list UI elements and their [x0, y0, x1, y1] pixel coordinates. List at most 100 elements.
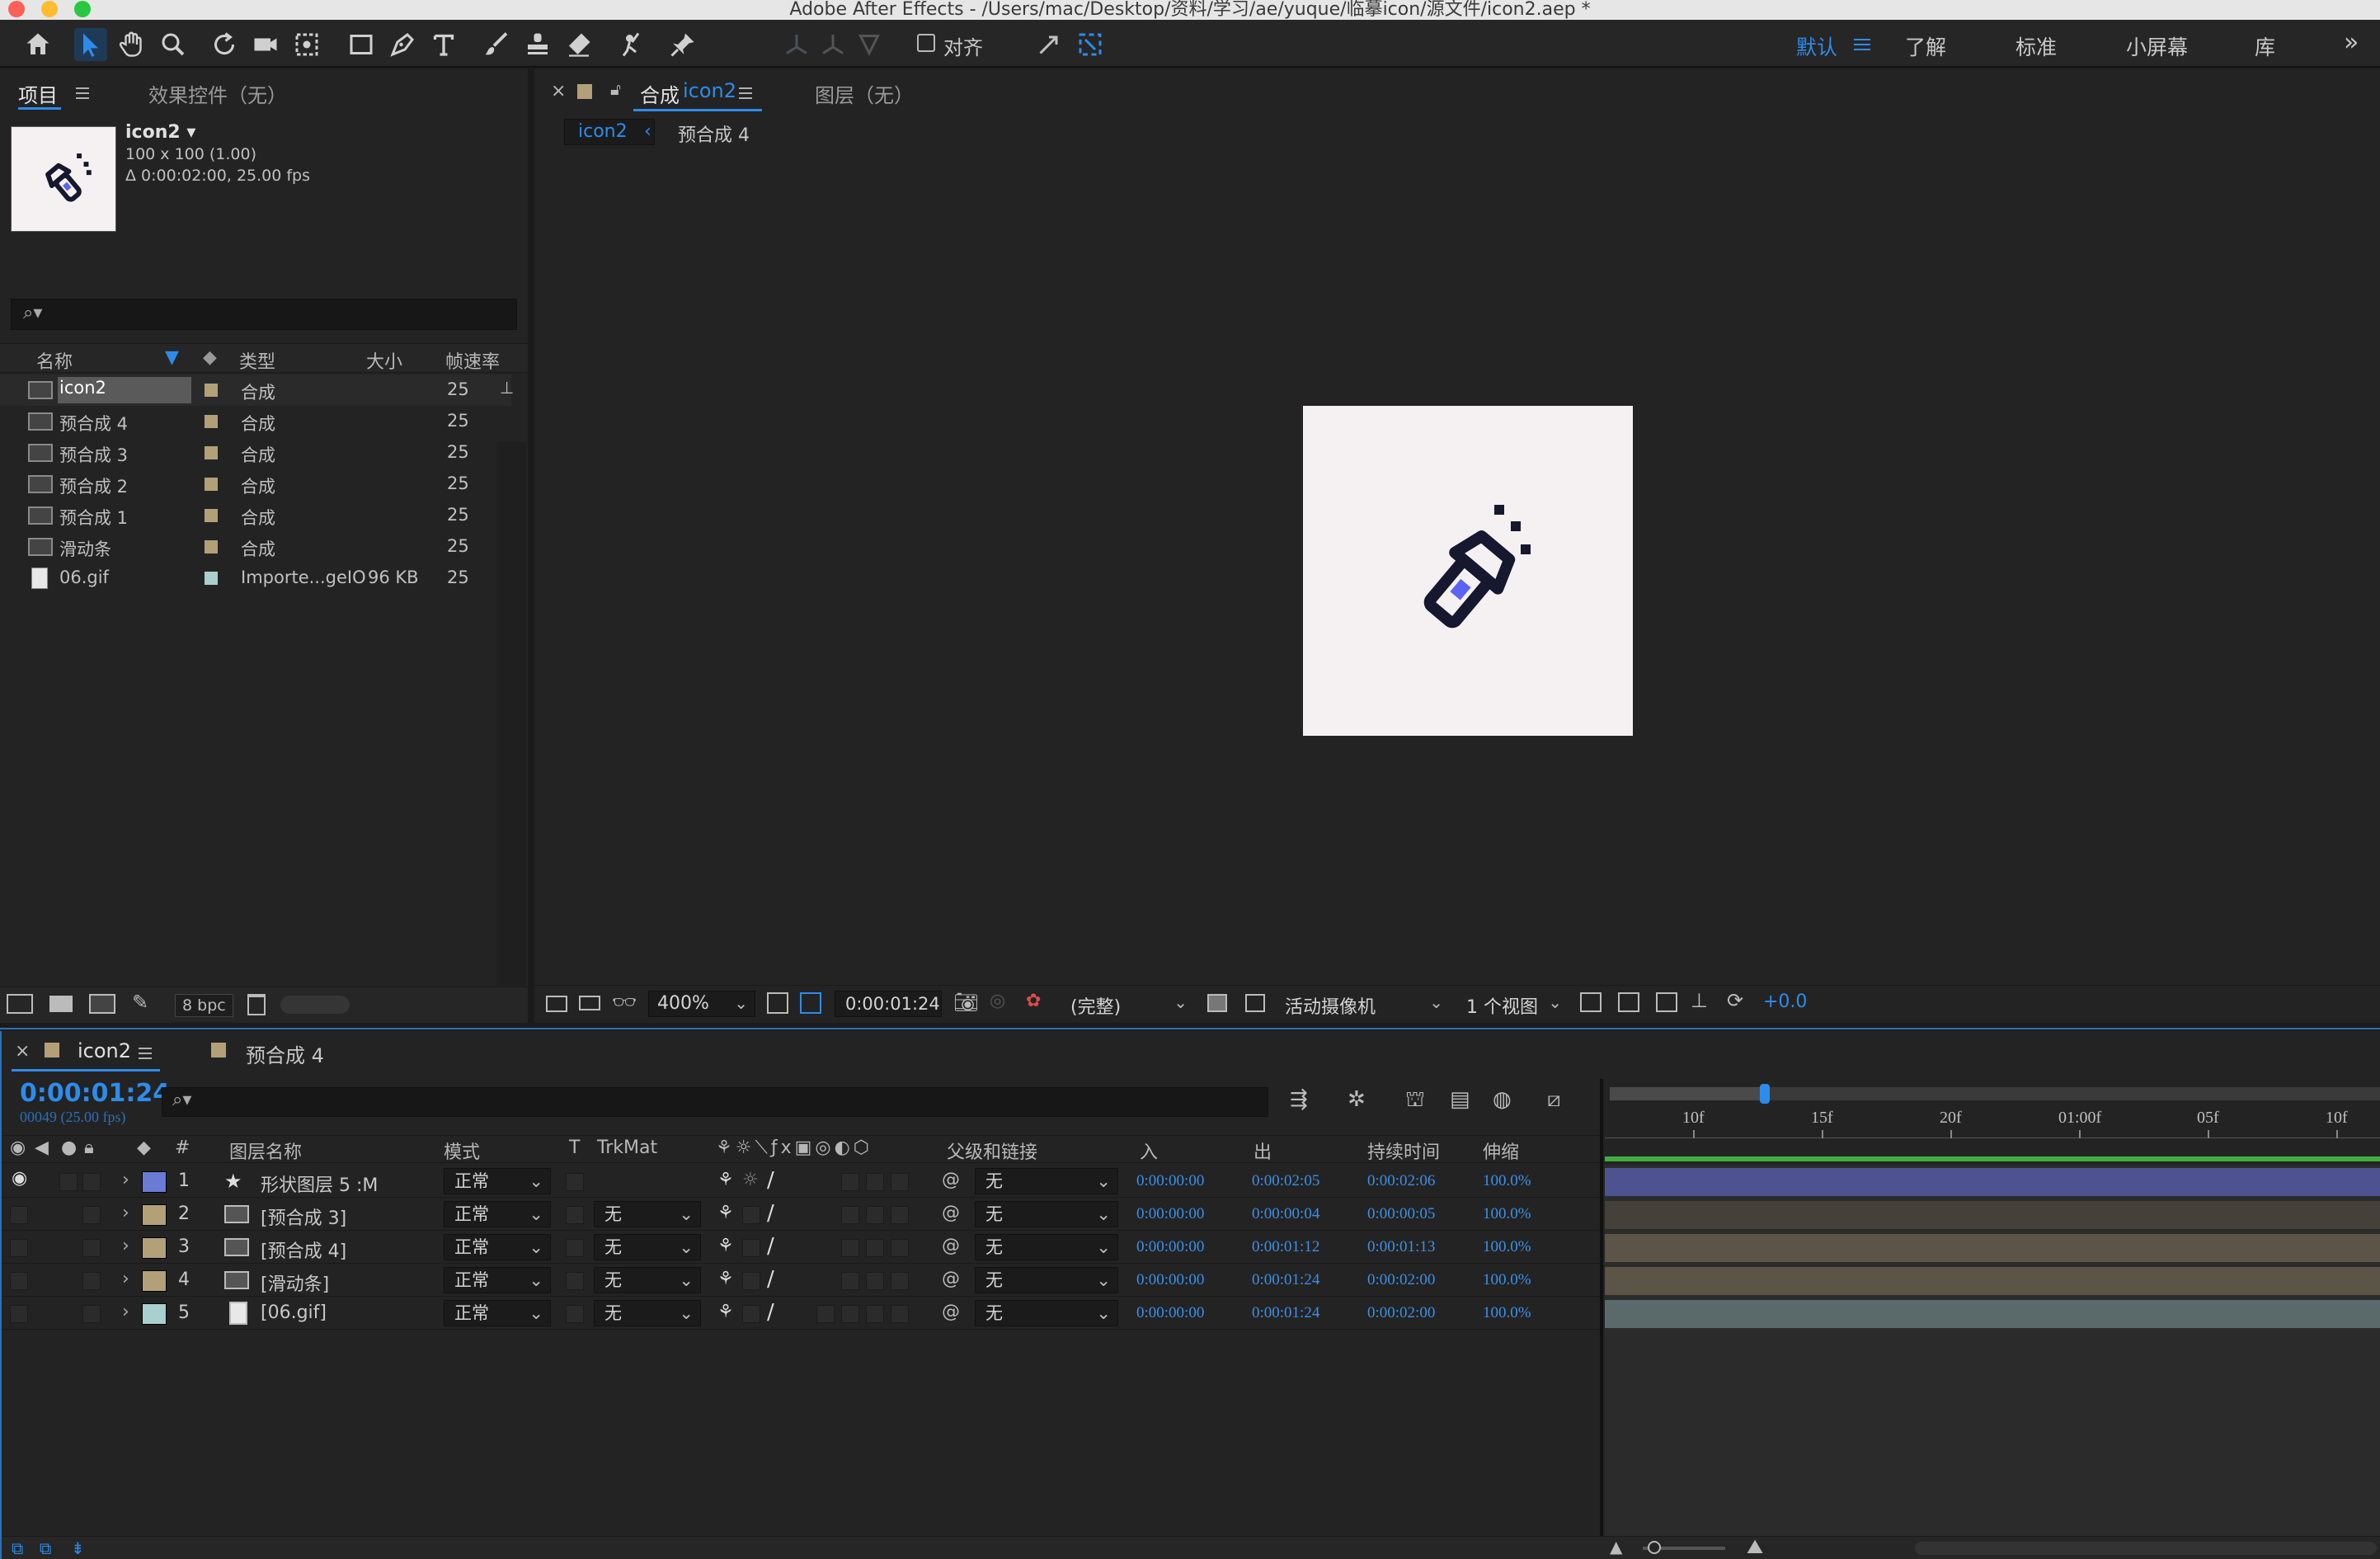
workspace-libraries[interactable]: 库: [2255, 31, 2275, 61]
lock-toggle[interactable]: [82, 1272, 101, 1290]
layer-label-color[interactable]: [142, 1237, 167, 1259]
in-out-toggle-icon[interactable]: ⇟: [71, 1538, 85, 1558]
column-type[interactable]: 类型: [239, 347, 275, 374]
eraser-tool-icon[interactable]: [562, 28, 595, 61]
layer-mode-dropdown[interactable]: 正常 ⌄: [444, 1300, 551, 1326]
transparency-grid-icon[interactable]: [1245, 994, 1265, 1012]
timeline-icon[interactable]: [1656, 992, 1677, 1012]
video-toggle[interactable]: [10, 1305, 28, 1323]
layer-row[interactable]: ◉ › 1 ★ 形状图层 5 :M 正常 ⌄ ⚘ ☼ / @ 无 ⌄ 0:00:00…: [2, 1165, 1602, 1198]
switch-motion-blur[interactable]: [866, 1239, 884, 1257]
layer-row[interactable]: › 3 [预合成 4] 正常 ⌄ 无 ⌄ ⚘ / @ 无 ⌄ 0:00:00:00 0…: [2, 1231, 1602, 1264]
layer-name[interactable]: [滑动条]: [261, 1269, 329, 1296]
layer-label-color[interactable]: [142, 1171, 167, 1193]
current-time-field[interactable]: 0:00:01:24: [835, 991, 942, 1017]
draft-3d-icon[interactable]: ✲: [1348, 1087, 1366, 1112]
solo-icon[interactable]: ●: [61, 1137, 77, 1158]
timeline-splitter[interactable]: [1600, 1079, 1603, 1541]
layer-in-time[interactable]: 0:00:00:00: [1136, 1172, 1204, 1190]
switch-3d[interactable]: [891, 1206, 909, 1224]
layer-mode-dropdown[interactable]: 正常 ⌄: [444, 1267, 551, 1293]
expand-chevron-icon[interactable]: ›: [122, 1302, 129, 1322]
eye-icon[interactable]: ◉: [12, 1168, 28, 1189]
preserve-transparency-toggle[interactable]: [566, 1272, 584, 1290]
lock-icon[interactable]: 🔓︎: [610, 79, 621, 99]
timeline-current-time[interactable]: 0:00:01:24: [20, 1079, 170, 1108]
layer-in-time[interactable]: 0:00:00:00: [1136, 1304, 1204, 1322]
zoom-slider-handle[interactable]: [1648, 1541, 1661, 1554]
camera-tool-icon[interactable]: [249, 28, 282, 61]
expand-chevron-icon[interactable]: ›: [122, 1203, 129, 1223]
label-color-swatch[interactable]: [205, 572, 218, 585]
work-area-start[interactable]: [1610, 1087, 1768, 1100]
motion-blur-icon[interactable]: ◍: [1493, 1087, 1512, 1112]
close-tab-icon[interactable]: ×: [15, 1041, 30, 1062]
column-fps[interactable]: 帧速率: [445, 347, 500, 374]
new-folder-icon[interactable]: [49, 996, 73, 1012]
snap-features-icon[interactable]: [1074, 28, 1107, 61]
column-trkmat[interactable]: TrkMat: [597, 1137, 657, 1158]
lock-toggle[interactable]: [82, 1206, 101, 1224]
brush-tool-icon[interactable]: [480, 28, 513, 61]
zoom-out-icon[interactable]: ▲: [1610, 1537, 1622, 1557]
interpret-footage-icon[interactable]: [7, 994, 33, 1014]
exposure-value[interactable]: +0.0: [1763, 991, 1807, 1012]
comp-panel-menu-icon[interactable]: [739, 87, 752, 99]
hand-tool-icon[interactable]: [115, 28, 148, 61]
video-visibility-icon[interactable]: ◉: [10, 1137, 26, 1158]
parent-dropdown[interactable]: 无 ⌄: [975, 1300, 1118, 1326]
switch-shy-icon[interactable]: ⚘: [717, 1236, 734, 1256]
column-mode[interactable]: 模式: [444, 1137, 480, 1164]
vr-headset-icon[interactable]: 👓︎: [612, 991, 637, 1014]
layer-stretch[interactable]: 100.0%: [1483, 1238, 1531, 1256]
timeline-horizontal-scrollbar[interactable]: [1915, 1542, 2377, 1555]
flowchart-icon[interactable]: ⊥: [500, 378, 514, 398]
camera-dropdown[interactable]: 活动摄像机 ⌄: [1277, 991, 1450, 1018]
switch-quality-icon[interactable]: /: [767, 1234, 774, 1259]
switch-collapse[interactable]: [742, 1239, 760, 1257]
workspace-small-screen[interactable]: 小屏幕: [2126, 31, 2188, 61]
video-toggle[interactable]: [10, 1239, 28, 1257]
audio-icon[interactable]: ◀︎: [35, 1137, 49, 1158]
fast-previews-icon[interactable]: [1618, 992, 1639, 1012]
layer-name[interactable]: [预合成 4]: [261, 1236, 346, 1263]
layer-row[interactable]: › 4 [滑动条] 正常 ⌄ 无 ⌄ ⚘ / @ 无 ⌄ 0:00:00:00 0:0…: [2, 1264, 1602, 1297]
switch-fx[interactable]: [841, 1305, 859, 1323]
switch-fx[interactable]: [841, 1173, 859, 1191]
column-size[interactable]: 大小: [366, 347, 402, 374]
switch-3d[interactable]: [891, 1239, 909, 1257]
switch-shy-icon[interactable]: ⚘: [717, 1203, 734, 1223]
tab-composition-label[interactable]: 合成: [640, 79, 680, 108]
project-scrollbar[interactable]: [496, 442, 526, 988]
layer-duration[interactable]: 0:00:01:13: [1367, 1238, 1435, 1256]
switch-motion-blur[interactable]: [866, 1173, 884, 1191]
switch-collapse[interactable]: [742, 1305, 760, 1323]
resolution-dropdown[interactable]: (完整) ⌄: [1062, 991, 1194, 1018]
layer-mode-dropdown[interactable]: 正常 ⌄: [444, 1234, 551, 1260]
workspace-menu-icon[interactable]: [1854, 39, 1870, 50]
trkmat-dropdown[interactable]: 无 ⌄: [594, 1300, 701, 1326]
clone-stamp-tool-icon[interactable]: [521, 28, 554, 61]
column-in[interactable]: 入: [1140, 1137, 1158, 1164]
sort-descending-icon[interactable]: ▼: [165, 347, 179, 368]
layer-mode-dropdown[interactable]: 正常 ⌄: [444, 1201, 551, 1227]
switch-quality-icon[interactable]: /: [767, 1267, 774, 1292]
snapshot-camera-icon[interactable]: 📷︎: [953, 991, 978, 1014]
reset-exposure-icon[interactable]: ⟳: [1727, 989, 1743, 1012]
comp-viewer[interactable]: [534, 152, 2380, 977]
breadcrumb-next[interactable]: 预合成 4: [678, 120, 750, 147]
layer-switches-toggle-icon[interactable]: ⧉: [12, 1538, 23, 1558]
switch-shy-icon[interactable]: ⚘: [717, 1170, 734, 1190]
label-color-swatch[interactable]: [205, 509, 218, 522]
comp-canvas[interactable]: [1303, 406, 1633, 736]
layer-stretch[interactable]: 100.0%: [1483, 1172, 1531, 1190]
project-item-row[interactable]: 06.gif Importe...geIO 96 KB 25: [0, 563, 511, 594]
switch-3d[interactable]: [891, 1305, 909, 1323]
pick-whip-icon[interactable]: @: [942, 1269, 960, 1289]
panel-divider-vertical[interactable]: [528, 69, 534, 1023]
preserve-transparency-toggle[interactable]: [566, 1173, 584, 1191]
layer-duration-bar[interactable]: [1605, 1267, 2380, 1295]
rotate-tool-icon[interactable]: [208, 28, 241, 61]
tab-layer[interactable]: 图层（无）: [815, 79, 914, 108]
parent-dropdown[interactable]: 无 ⌄: [975, 1234, 1118, 1260]
